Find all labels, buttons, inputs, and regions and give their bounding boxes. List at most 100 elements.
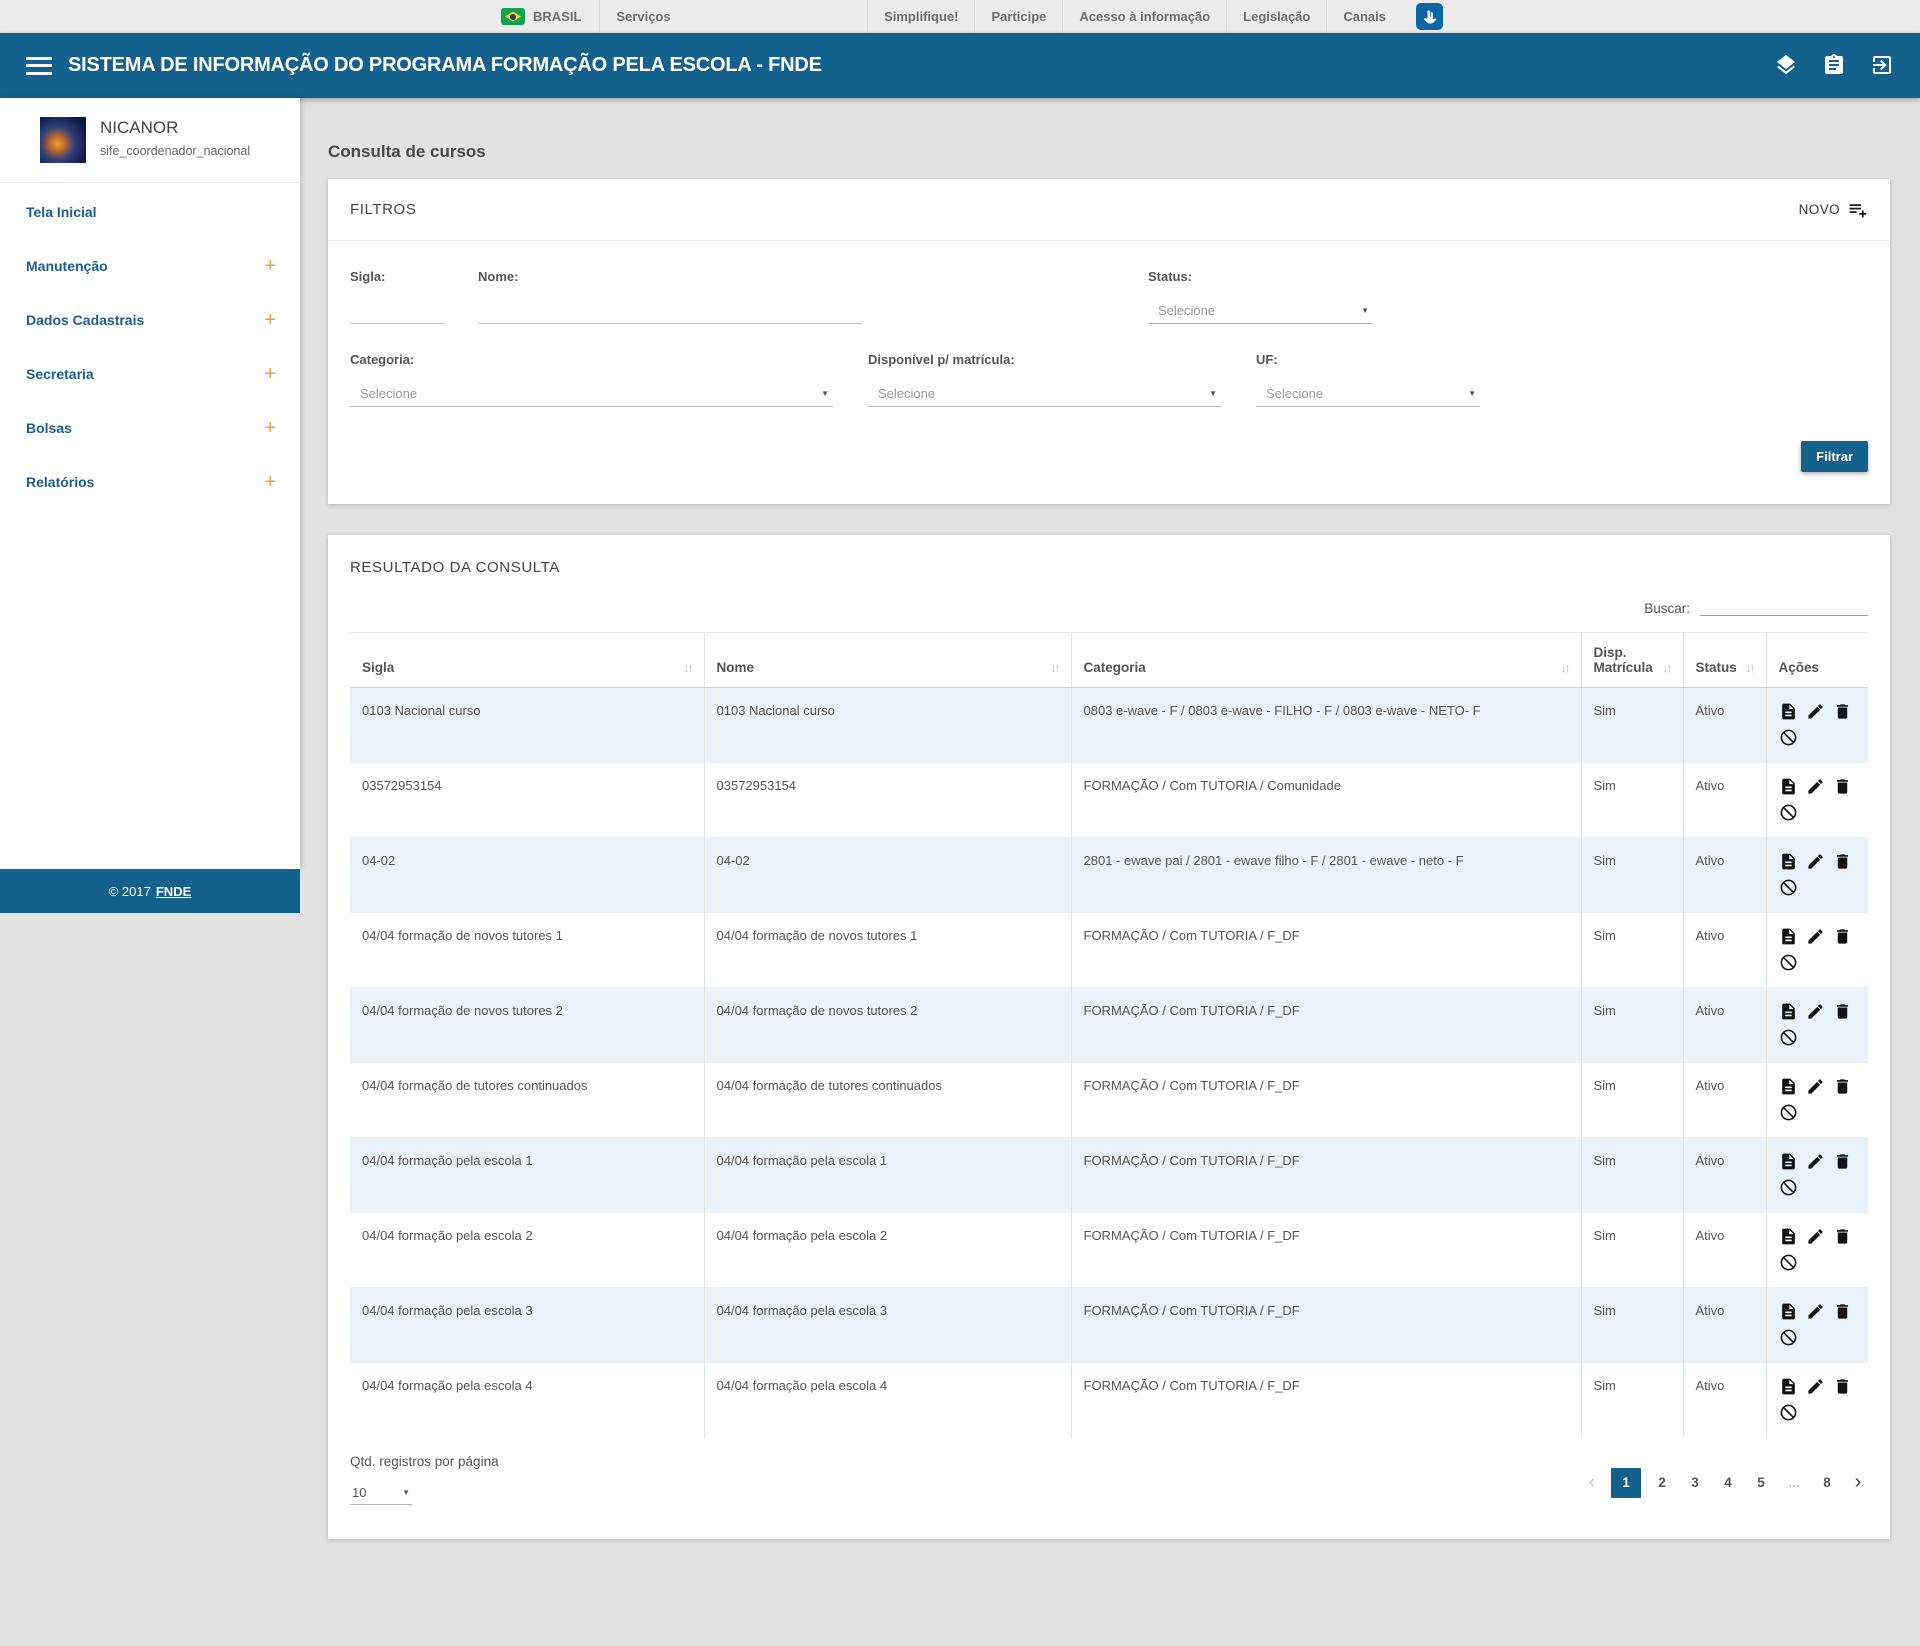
sidebar-item[interactable]: Manutenção + bbox=[0, 239, 300, 293]
buscar-input[interactable] bbox=[1700, 594, 1868, 616]
block-icon[interactable] bbox=[1779, 803, 1798, 822]
sidebar-item-label: Secretaria bbox=[26, 366, 94, 382]
view-document-icon[interactable] bbox=[1779, 777, 1798, 796]
sort-icon[interactable]: ↓↑ bbox=[684, 661, 692, 675]
column-header[interactable]: Categoria ↓↑ bbox=[1071, 633, 1581, 688]
nome-input[interactable] bbox=[478, 298, 862, 324]
cell-acoes bbox=[1766, 1288, 1868, 1363]
edit-pencil-icon[interactable] bbox=[1806, 702, 1825, 721]
status-select[interactable]: Selecione ▼ bbox=[1148, 298, 1373, 324]
sort-icon[interactable]: ↓↑ bbox=[1746, 661, 1754, 675]
delete-trash-icon[interactable] bbox=[1833, 1227, 1852, 1246]
cell-categoria: FORMAÇÃO / Com TUTORIA / F_DF bbox=[1071, 988, 1581, 1063]
view-document-icon[interactable] bbox=[1779, 1377, 1798, 1396]
disponivel-select-value: Selecione bbox=[878, 386, 935, 401]
delete-trash-icon[interactable] bbox=[1833, 1002, 1852, 1021]
edit-pencil-icon[interactable] bbox=[1806, 1227, 1825, 1246]
delete-trash-icon[interactable] bbox=[1833, 1152, 1852, 1171]
gov-link[interactable]: Legislação bbox=[1226, 0, 1326, 33]
edit-pencil-icon[interactable] bbox=[1806, 1152, 1825, 1171]
cell-acoes bbox=[1766, 838, 1868, 913]
view-document-icon[interactable] bbox=[1779, 1227, 1798, 1246]
view-document-icon[interactable] bbox=[1779, 927, 1798, 946]
pagination-page[interactable]: 4 bbox=[1716, 1468, 1740, 1498]
block-icon[interactable] bbox=[1779, 728, 1798, 747]
edit-pencil-icon[interactable] bbox=[1806, 1077, 1825, 1096]
novo-button[interactable]: NOVO bbox=[1799, 199, 1868, 220]
sigla-input[interactable] bbox=[350, 298, 445, 324]
pagination-page[interactable]: 8 bbox=[1815, 1468, 1839, 1498]
pagination-page[interactable]: 1 bbox=[1611, 1468, 1641, 1498]
filtrar-button[interactable]: Filtrar bbox=[1801, 441, 1868, 472]
gov-link[interactable]: Simplifique! bbox=[867, 0, 974, 33]
sidebar-item[interactable]: Bolsas + bbox=[0, 401, 300, 455]
sidebar-item[interactable]: Relatórios + bbox=[0, 455, 300, 509]
edit-pencil-icon[interactable] bbox=[1806, 1377, 1825, 1396]
edit-pencil-icon[interactable] bbox=[1806, 852, 1825, 871]
block-icon[interactable] bbox=[1779, 1178, 1798, 1197]
column-header[interactable]: Nome ↓↑ bbox=[704, 633, 1071, 688]
gov-brasil-brand[interactable]: BRASIL bbox=[483, 0, 600, 33]
view-document-icon[interactable] bbox=[1779, 1152, 1798, 1171]
vlibras-accessibility-icon[interactable] bbox=[1416, 3, 1443, 30]
sort-icon[interactable]: ↓↑ bbox=[1051, 661, 1059, 675]
block-icon[interactable] bbox=[1779, 1403, 1798, 1422]
block-icon[interactable] bbox=[1779, 1253, 1798, 1272]
delete-trash-icon[interactable] bbox=[1833, 1077, 1852, 1096]
fnde-link[interactable]: FNDE bbox=[156, 884, 191, 899]
clipboard-icon[interactable] bbox=[1822, 53, 1848, 79]
layers-icon[interactable] bbox=[1774, 53, 1800, 79]
cell-sigla: 04/04 formação de novos tutores 2 bbox=[350, 988, 704, 1063]
view-document-icon[interactable] bbox=[1779, 1002, 1798, 1021]
gov-servicos-menu[interactable]: Serviços bbox=[600, 0, 686, 33]
column-header[interactable]: Status ↓↑ bbox=[1683, 633, 1766, 688]
pagination-page[interactable]: 3 bbox=[1683, 1468, 1707, 1498]
block-icon[interactable] bbox=[1779, 953, 1798, 972]
block-icon[interactable] bbox=[1779, 1028, 1798, 1047]
logout-icon[interactable] bbox=[1870, 53, 1896, 79]
view-document-icon[interactable] bbox=[1779, 1302, 1798, 1321]
edit-pencil-icon[interactable] bbox=[1806, 777, 1825, 796]
sort-icon[interactable]: ↓↑ bbox=[1561, 661, 1569, 675]
delete-trash-icon[interactable] bbox=[1833, 927, 1852, 946]
gov-brand-label: BRASIL bbox=[533, 9, 581, 24]
sort-icon[interactable]: ↓↑ bbox=[1663, 661, 1671, 675]
pagination-page[interactable]: 5 bbox=[1749, 1468, 1773, 1498]
cell-nome: 04-02 bbox=[704, 838, 1071, 913]
column-header[interactable]: Ações ↓↑ bbox=[1766, 633, 1868, 688]
pagination-page[interactable]: ... bbox=[1782, 1468, 1806, 1498]
view-document-icon[interactable] bbox=[1779, 852, 1798, 871]
view-document-icon[interactable] bbox=[1779, 702, 1798, 721]
gov-link[interactable]: Canais bbox=[1326, 0, 1402, 33]
hamburger-menu-icon[interactable] bbox=[26, 57, 52, 75]
delete-trash-icon[interactable] bbox=[1833, 777, 1852, 796]
gov-link[interactable]: Participe bbox=[974, 0, 1062, 33]
block-icon[interactable] bbox=[1779, 1328, 1798, 1347]
delete-trash-icon[interactable] bbox=[1833, 1302, 1852, 1321]
cell-acoes bbox=[1766, 1138, 1868, 1213]
delete-trash-icon[interactable] bbox=[1833, 702, 1852, 721]
per-page-select[interactable]: 10 ▼ bbox=[350, 1481, 412, 1505]
edit-pencil-icon[interactable] bbox=[1806, 927, 1825, 946]
pagination-page[interactable]: 2 bbox=[1650, 1468, 1674, 1498]
edit-pencil-icon[interactable] bbox=[1806, 1302, 1825, 1321]
view-document-icon[interactable] bbox=[1779, 1077, 1798, 1096]
column-header[interactable]: Disp. Matrícula ↓↑ bbox=[1581, 633, 1683, 688]
pagination-prev-icon[interactable]: ‹ bbox=[1582, 1468, 1602, 1498]
delete-trash-icon[interactable] bbox=[1833, 852, 1852, 871]
gov-link[interactable]: Acesso à informação bbox=[1062, 0, 1226, 33]
block-icon[interactable] bbox=[1779, 1103, 1798, 1122]
categoria-select[interactable]: Selecione ▼ bbox=[350, 381, 833, 407]
column-header[interactable]: Sigla ↓↑ bbox=[350, 633, 704, 688]
delete-trash-icon[interactable] bbox=[1833, 1377, 1852, 1396]
cell-nome: 04/04 formação pela escola 4 bbox=[704, 1363, 1071, 1438]
sidebar-item[interactable]: Secretaria + bbox=[0, 347, 300, 401]
cell-acoes bbox=[1766, 1363, 1868, 1438]
sidebar-item[interactable]: Dados Cadastrais + bbox=[0, 293, 300, 347]
sidebar-item[interactable]: Tela Inicial + bbox=[0, 185, 300, 239]
disponivel-select[interactable]: Selecione ▼ bbox=[868, 381, 1221, 407]
uf-select[interactable]: Selecione ▼ bbox=[1256, 381, 1480, 407]
edit-pencil-icon[interactable] bbox=[1806, 1002, 1825, 1021]
pagination-next-icon[interactable]: › bbox=[1848, 1468, 1868, 1498]
block-icon[interactable] bbox=[1779, 878, 1798, 897]
